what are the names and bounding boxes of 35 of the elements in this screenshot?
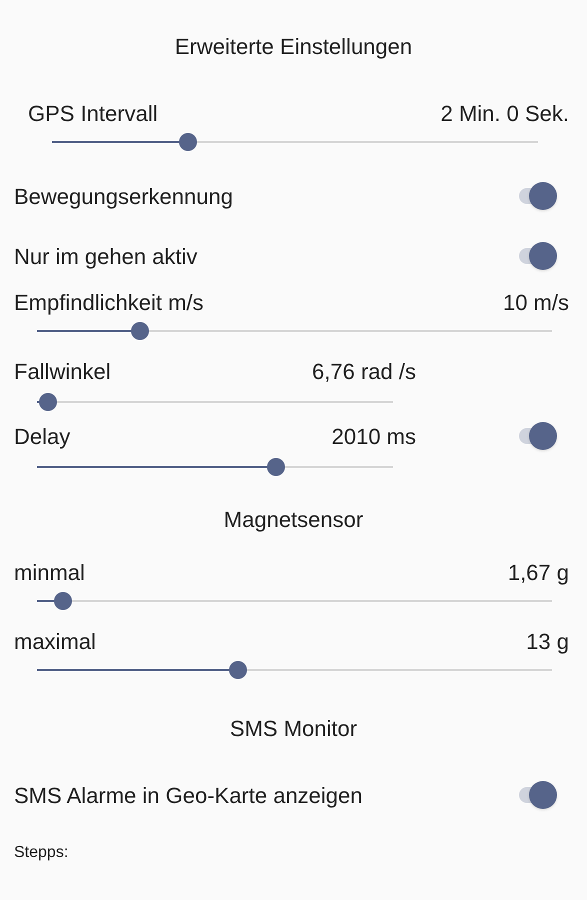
setting-label: minmal: [14, 559, 85, 587]
screen-title: Erweiterte Einstellungen: [174, 33, 414, 61]
slider-thumb[interactable]: [179, 133, 198, 151]
setting-value: 10 m/s: [502, 289, 569, 317]
toggle-switch[interactable]: [517, 242, 557, 270]
slider-thumb[interactable]: [54, 592, 72, 610]
slider-track[interactable]: [37, 457, 393, 477]
slider-track[interactable]: [37, 591, 552, 611]
setting-value: 1,67 g: [508, 559, 569, 587]
setting-value: 2 Min. 0 Sek.: [440, 100, 569, 128]
slider-track[interactable]: [37, 392, 393, 412]
section-heading: SMS Monitor: [230, 715, 358, 743]
steps-label: Stepps:: [14, 844, 68, 861]
slider-thumb[interactable]: [131, 322, 149, 340]
setting-value: 6,76 rad /s: [312, 358, 416, 386]
setting-label: Nur im gehen aktiv: [14, 242, 198, 271]
slider-thumb[interactable]: [266, 458, 285, 476]
setting-label: GPS Intervall: [28, 100, 158, 128]
setting-value: 13 g: [526, 628, 569, 656]
slider-thumb[interactable]: [38, 393, 57, 411]
setting-label: maximal: [14, 628, 96, 656]
slider-track[interactable]: [37, 321, 552, 341]
setting-label: SMS Alarme in Geo-Karte anzeigen: [14, 782, 363, 810]
toggle-switch[interactable]: [517, 182, 557, 210]
toggle-switch[interactable]: [517, 422, 557, 450]
setting-value: 2010 ms: [332, 423, 416, 451]
slider-track[interactable]: [52, 132, 538, 152]
setting-label: Fallwinkel: [14, 358, 111, 386]
slider-track[interactable]: [37, 660, 552, 680]
setting-label: Delay: [14, 423, 70, 451]
setting-label: Bewegungserkennung: [14, 182, 233, 211]
slider-thumb[interactable]: [228, 661, 247, 679]
setting-label: Empfindlichkeit m/s: [14, 289, 204, 317]
toggle-switch[interactable]: [517, 781, 557, 809]
section-heading: Magnetsensor: [224, 506, 364, 534]
